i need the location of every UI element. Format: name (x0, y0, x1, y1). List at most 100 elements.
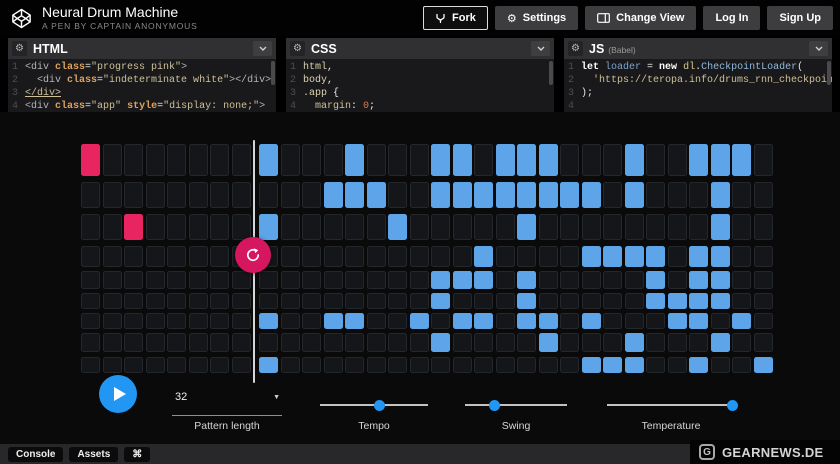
grid-cell[interactable] (668, 214, 687, 240)
grid-cell[interactable] (324, 313, 343, 329)
grid-cell[interactable] (732, 271, 751, 289)
grid-cell[interactable] (689, 357, 708, 373)
grid-cell[interactable] (345, 293, 364, 309)
settings-button[interactable]: ⚙ Settings (495, 6, 578, 30)
grid-cell[interactable] (189, 214, 208, 240)
grid-cell[interactable] (668, 246, 687, 267)
grid-cell[interactable] (496, 214, 515, 240)
grid-cell[interactable] (210, 293, 229, 309)
grid-cell[interactable] (732, 357, 751, 373)
grid-cell[interactable] (124, 293, 143, 309)
css-settings-gear-icon[interactable]: ⚙ (290, 41, 305, 56)
grid-cell[interactable] (259, 357, 278, 373)
grid-cell[interactable] (324, 144, 343, 176)
grid-cell[interactable] (560, 246, 579, 267)
grid-cell[interactable] (281, 333, 300, 352)
grid-cell[interactable] (189, 357, 208, 373)
grid-cell[interactable] (410, 182, 429, 208)
fork-button[interactable]: Fork (423, 6, 488, 30)
grid-cell[interactable] (560, 357, 579, 373)
temperature-slider[interactable]: Temperature (607, 404, 735, 406)
grid-cell[interactable] (431, 214, 450, 240)
grid-cell[interactable] (281, 313, 300, 329)
grid-cell[interactable] (496, 144, 515, 176)
grid-cell[interactable] (496, 333, 515, 352)
grid-cell[interactable] (259, 214, 278, 240)
grid-cell[interactable] (646, 214, 665, 240)
grid-cell[interactable] (302, 246, 321, 267)
grid-cell[interactable] (167, 182, 186, 208)
grid-cell[interactable] (167, 333, 186, 352)
grid-cell[interactable] (232, 333, 251, 352)
grid-cell[interactable] (689, 313, 708, 329)
grid-cell[interactable] (81, 182, 100, 208)
grid-cell[interactable] (582, 144, 601, 176)
grid-cell[interactable] (539, 214, 558, 240)
grid-cell[interactable] (560, 182, 579, 208)
grid-cell[interactable] (210, 246, 229, 267)
grid-cell[interactable] (431, 271, 450, 289)
grid-cell[interactable] (124, 333, 143, 352)
grid-cell[interactable] (302, 357, 321, 373)
grid-cell[interactable] (345, 214, 364, 240)
grid-cell[interactable] (124, 144, 143, 176)
grid-cell[interactable] (431, 246, 450, 267)
grid-cell[interactable] (625, 182, 644, 208)
grid-cell[interactable] (345, 333, 364, 352)
html-collapse-button[interactable] (253, 41, 272, 56)
swing-slider[interactable]: Swing (465, 404, 567, 406)
grid-cell[interactable] (345, 271, 364, 289)
grid-cell[interactable] (232, 182, 251, 208)
grid-cell[interactable] (625, 246, 644, 267)
grid-cell[interactable] (232, 271, 251, 289)
grid-cell[interactable] (517, 293, 536, 309)
grid-cell[interactable] (711, 333, 730, 352)
grid-cell[interactable] (103, 293, 122, 309)
grid-cell[interactable] (259, 293, 278, 309)
grid-cell[interactable] (539, 293, 558, 309)
grid-cell[interactable] (474, 333, 493, 352)
grid-cell[interactable] (711, 313, 730, 329)
grid-cell[interactable] (189, 182, 208, 208)
grid-cell[interactable] (345, 144, 364, 176)
grid-cell[interactable] (689, 144, 708, 176)
grid-cell[interactable] (103, 313, 122, 329)
grid-cell[interactable] (668, 333, 687, 352)
grid-cell[interactable] (539, 246, 558, 267)
grid-cell[interactable] (732, 333, 751, 352)
grid-cell[interactable] (324, 271, 343, 289)
grid-cell[interactable] (474, 357, 493, 373)
grid-cell[interactable] (146, 333, 165, 352)
codepen-logo-icon[interactable] (10, 7, 33, 30)
grid-cell[interactable] (517, 313, 536, 329)
grid-cell[interactable] (582, 182, 601, 208)
grid-cell[interactable] (124, 313, 143, 329)
grid-cell[interactable] (560, 271, 579, 289)
grid-cell[interactable] (625, 271, 644, 289)
grid-cell[interactable] (711, 271, 730, 289)
grid-cell[interactable] (646, 313, 665, 329)
grid-cell[interactable] (302, 293, 321, 309)
grid-cell[interactable] (582, 271, 601, 289)
grid-cell[interactable] (324, 182, 343, 208)
grid-cell[interactable] (689, 293, 708, 309)
grid-cell[interactable] (582, 333, 601, 352)
grid-cell[interactable] (210, 313, 229, 329)
grid-cell[interactable] (259, 333, 278, 352)
grid-cell[interactable] (146, 246, 165, 267)
grid-cell[interactable] (474, 144, 493, 176)
grid-cell[interactable] (625, 333, 644, 352)
grid-cell[interactable] (410, 357, 429, 373)
css-code-editor[interactable]: 1html,2body,3.app {4 margin: 0; (286, 59, 554, 112)
grid-cell[interactable] (646, 246, 665, 267)
grid-cell[interactable] (281, 293, 300, 309)
grid-cell[interactable] (668, 357, 687, 373)
grid-cell[interactable] (259, 313, 278, 329)
grid-cell[interactable] (103, 271, 122, 289)
grid-cell[interactable] (539, 182, 558, 208)
grid-cell[interactable] (689, 333, 708, 352)
grid-cell[interactable] (646, 357, 665, 373)
grid-cell[interactable] (603, 246, 622, 267)
grid-cell[interactable] (668, 182, 687, 208)
grid-cell[interactable] (560, 293, 579, 309)
